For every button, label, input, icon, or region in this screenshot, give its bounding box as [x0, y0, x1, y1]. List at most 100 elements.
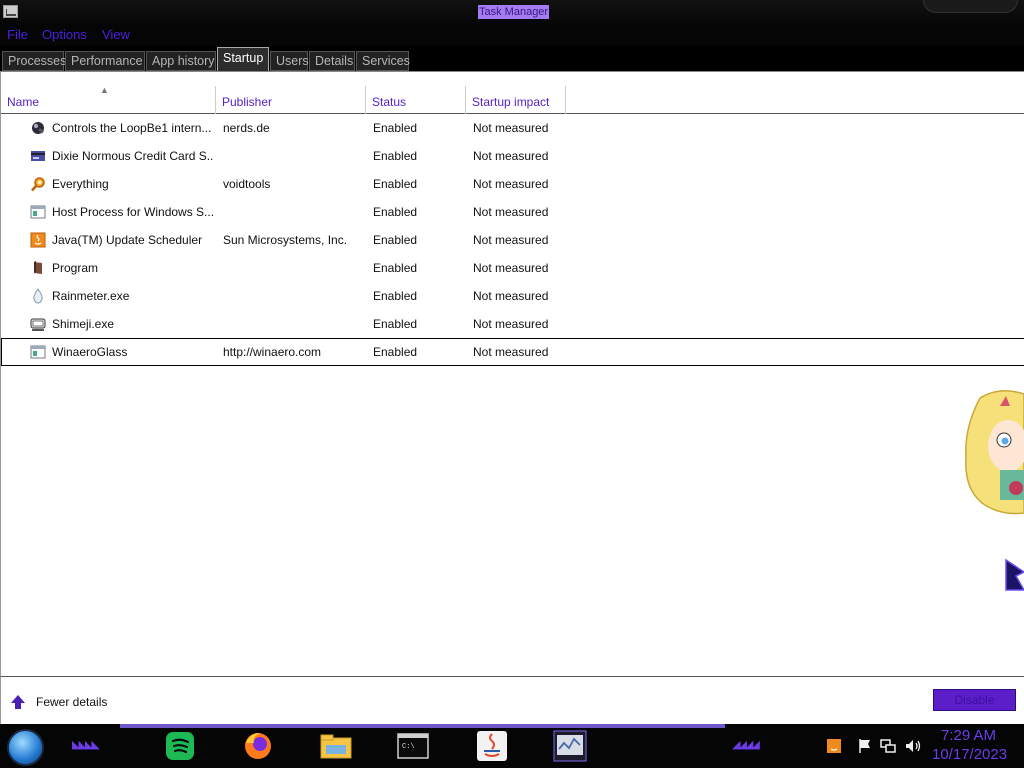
row-publisher: http://winaero.com — [223, 345, 322, 359]
column-header-publisher[interactable]: Publisher — [216, 86, 366, 114]
tab-performance[interactable]: Performance — [65, 51, 145, 71]
clock-time[interactable]: 7:29 AM — [941, 727, 996, 744]
table-row[interactable]: Everything voidtools Enabled Not measure… — [1, 170, 1024, 198]
tab-details[interactable]: Details — [309, 51, 355, 71]
sort-ascending-icon: ▲ — [100, 85, 109, 95]
row-impact: Not measured — [473, 317, 549, 331]
row-publisher: nerds.de — [223, 121, 270, 135]
row-status: Enabled — [373, 345, 418, 359]
table-row[interactable]: Rainmeter.exe Enabled Not measured — [1, 282, 1024, 310]
table-row-selected[interactable]: WinaeroGlass http://winaero.com Enabled … — [1, 338, 1024, 366]
svg-text:C:\: C:\ — [402, 743, 415, 751]
row-name: Rainmeter.exe — [52, 289, 130, 303]
firefox-icon[interactable] — [240, 729, 276, 763]
volume-icon[interactable] — [904, 738, 922, 754]
taskbar-accent-bar — [120, 724, 725, 728]
row-impact: Not measured — [473, 121, 549, 135]
row-impact: Not measured — [473, 345, 549, 359]
taskbar: ◣◣◣◣ ◢◢◢◢ C:\ 7:29 AM 10/17/2023 — [0, 724, 1024, 768]
window-title: Task Manager — [478, 5, 550, 19]
tab-app-history[interactable]: App history — [146, 51, 216, 71]
column-header-row: ▲ Name Publisher Status Startup impact — [1, 86, 1024, 114]
window-icon — [30, 345, 46, 359]
row-status: Enabled — [373, 205, 418, 219]
row-status: Enabled — [373, 121, 418, 135]
chevron-decoration-icon: ◣◣◣◣ — [72, 739, 100, 751]
row-name: Dixie Normous Credit Card S... — [52, 149, 214, 163]
file-explorer-icon[interactable] — [318, 729, 354, 763]
shimeji-icon — [30, 318, 46, 331]
table-row[interactable]: Program Enabled Not measured — [1, 254, 1024, 282]
task-manager-icon[interactable] — [552, 729, 588, 763]
cartoon-sticker — [965, 390, 1024, 515]
fewer-details-link[interactable]: Fewer details — [36, 695, 107, 709]
network-icon[interactable] — [880, 738, 896, 754]
row-publisher — [223, 289, 363, 303]
flag-icon[interactable] — [857, 738, 873, 754]
column-header-status[interactable]: Status — [366, 86, 466, 114]
menu-options[interactable]: Options — [42, 27, 87, 42]
startup-panel: ▲ Name Publisher Status Startup impact C… — [0, 72, 1024, 676]
row-impact: Not measured — [473, 233, 549, 247]
row-impact: Not measured — [473, 289, 549, 303]
java-icon — [30, 232, 46, 248]
row-publisher: voidtools — [223, 177, 271, 191]
raindrop-icon — [33, 288, 43, 304]
row-status: Enabled — [373, 149, 418, 163]
row-name: WinaeroGlass — [52, 345, 128, 359]
java-icon[interactable] — [474, 729, 510, 763]
row-publisher — [223, 205, 363, 219]
tab-services[interactable]: Services — [356, 51, 410, 71]
command-prompt-icon[interactable]: C:\ — [395, 729, 431, 763]
tab-users[interactable]: Users — [270, 51, 309, 71]
row-status: Enabled — [373, 289, 418, 303]
menu-bar: File Options View — [0, 24, 1024, 46]
program-icon — [34, 261, 42, 274]
column-header-startup-impact[interactable]: Startup impact — [466, 86, 566, 114]
java-update-icon[interactable] — [826, 738, 842, 754]
footer-bar: Fewer details Disable — [0, 676, 1024, 724]
row-name: Program — [52, 261, 99, 275]
disable-button[interactable]: Disable — [933, 689, 1016, 711]
row-publisher — [223, 317, 363, 331]
row-name: Java(TM) Update Scheduler — [52, 233, 203, 247]
row-name: Everything — [52, 177, 109, 191]
clock-date[interactable]: 10/17/2023 — [932, 746, 1007, 763]
arrow-up-icon[interactable] — [10, 694, 26, 710]
tab-strip: Processes Performance App history Startu… — [0, 46, 1024, 72]
table-row[interactable]: Shimeji.exe Enabled Not measured — [1, 310, 1024, 338]
row-status: Enabled — [373, 177, 418, 191]
table-row[interactable]: Dixie Normous Credit Card S... Enabled N… — [1, 142, 1024, 170]
row-impact: Not measured — [473, 149, 549, 163]
window-controls[interactable] — [923, 0, 1018, 13]
row-status: Enabled — [373, 233, 418, 247]
row-impact: Not measured — [473, 177, 549, 191]
spotify-icon[interactable] — [162, 729, 198, 763]
row-name: Host Process for Windows S... — [52, 205, 214, 219]
column-header-name[interactable]: ▲ Name — [1, 86, 216, 114]
start-button[interactable] — [7, 729, 44, 766]
column-header-name-label: Name — [7, 95, 40, 109]
row-publisher: Sun Microsystems, Inc. — [223, 233, 348, 247]
row-publisher — [223, 149, 363, 163]
row-publisher — [223, 261, 363, 275]
table-row[interactable]: Host Process for Windows S... Enabled No… — [1, 198, 1024, 226]
menu-file[interactable]: File — [7, 27, 28, 42]
row-name: Controls the LoopBe1 intern... — [52, 121, 212, 135]
menu-view[interactable]: View — [102, 27, 130, 42]
chevron-decoration-icon: ◢◢◢◢ — [732, 739, 760, 751]
cursor-decoration — [1005, 558, 1024, 591]
row-impact: Not measured — [473, 205, 549, 219]
row-impact: Not measured — [473, 261, 549, 275]
tab-startup[interactable]: Startup — [217, 47, 269, 71]
task-manager-icon — [3, 5, 18, 18]
row-status: Enabled — [373, 317, 418, 331]
title-bar[interactable]: Task Manager — [0, 0, 1024, 24]
loopbe-icon — [32, 122, 45, 134]
row-status: Enabled — [373, 261, 418, 275]
credit-card-icon — [31, 151, 45, 161]
table-row[interactable]: Java(TM) Update Scheduler Sun Microsyste… — [1, 226, 1024, 254]
table-row[interactable]: Controls the LoopBe1 intern... nerds.de … — [1, 114, 1024, 142]
magnifier-icon — [31, 177, 45, 192]
tab-processes[interactable]: Processes — [2, 51, 66, 71]
